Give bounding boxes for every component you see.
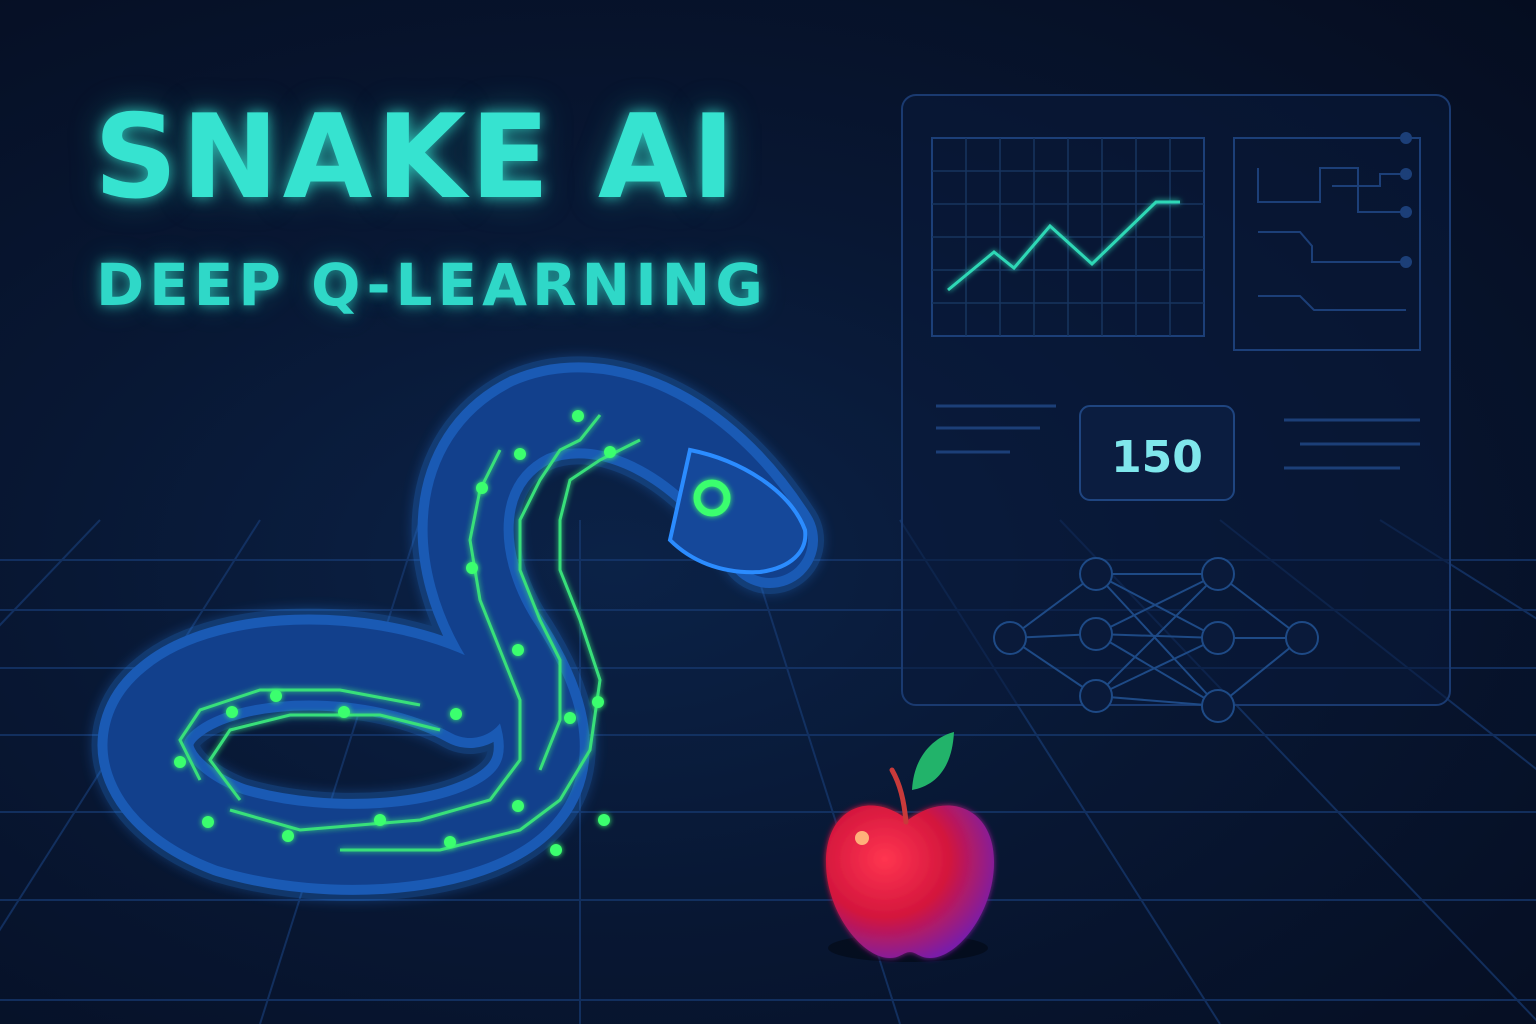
score-box: 150 — [1079, 405, 1235, 501]
apple-icon — [826, 732, 994, 962]
dashboard-panel: 150 — [901, 94, 1451, 723]
snake-icon — [91, 356, 824, 901]
poster-canvas: 150 SNAKE AI DEEP Q-LEARNING — [0, 0, 1536, 1024]
subtitle: DEEP Q-LEARNING — [96, 251, 768, 319]
main-title: SNAKE AI — [94, 90, 739, 225]
score-value: 150 — [1111, 432, 1203, 483]
